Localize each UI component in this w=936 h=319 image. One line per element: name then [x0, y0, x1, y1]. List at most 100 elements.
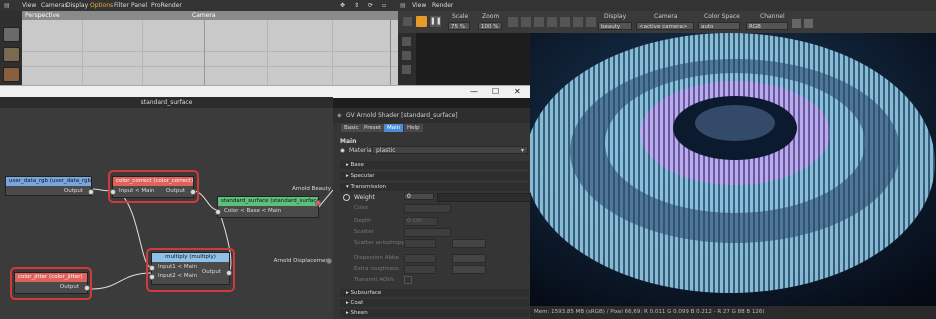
output-socket[interactable] [226, 270, 232, 276]
node-color-jitter[interactable]: color_jitter (color_jitter) Output [14, 272, 90, 294]
output-socket[interactable] [84, 285, 90, 291]
port-output: Output [63, 188, 83, 194]
rv-menu-view[interactable]: View [412, 2, 426, 9]
camera-select[interactable]: <active camera> [636, 22, 694, 30]
extra-roughness-slider[interactable] [452, 265, 486, 274]
rv-menu-render[interactable]: Render [432, 2, 453, 9]
status-text: Mem: 1593.85 MB (sRGB) / Pixel 66,69: R … [534, 309, 765, 315]
section-sheen[interactable]: ▸ Sheen [340, 309, 529, 317]
transmit-aovs-checkbox[interactable] [404, 276, 412, 284]
debug-icon[interactable] [586, 17, 596, 27]
perspective-viewport[interactable]: Perspective Camera [22, 11, 398, 85]
output-socket[interactable] [88, 189, 94, 195]
menu-display[interactable]: Display [66, 2, 88, 9]
grid-icon[interactable] [560, 17, 570, 27]
tab-help[interactable]: Help [404, 124, 423, 132]
compare-icon[interactable] [547, 17, 557, 27]
port-input: Input < Main [119, 188, 155, 194]
section-label: Transmission [350, 184, 387, 190]
node-color-correct[interactable]: color_correct (color_correct) Input < Ma… [110, 176, 196, 198]
region-icon[interactable] [508, 17, 518, 27]
pause-button[interactable]: ❚❚ [430, 16, 442, 27]
node-multiply[interactable]: multiply (multiply) Input1 < Main Input2… [149, 252, 232, 285]
dispersion-input[interactable] [404, 254, 436, 263]
keyframe-dot[interactable] [340, 148, 345, 153]
dispersion-slider[interactable] [452, 254, 486, 263]
maximize-icon[interactable]: ▫ [382, 2, 386, 9]
section-transmission[interactable]: ▾ Transmission [340, 183, 529, 191]
weight-keyframe[interactable] [343, 194, 350, 201]
layout-icon[interactable]: ▤ [400, 2, 406, 9]
render-image-canvas [530, 33, 936, 306]
section-subsurface[interactable]: ▸ Subsurface [340, 289, 529, 297]
section-coat[interactable]: ▸ Coat [340, 299, 529, 307]
texture-icon[interactable] [3, 67, 20, 82]
bulb-icon[interactable] [402, 51, 411, 60]
extra-roughness-input[interactable] [404, 265, 436, 274]
checker-icon[interactable] [3, 47, 20, 62]
menu-panel[interactable]: Panel [131, 2, 147, 9]
weight-input[interactable]: 0 [404, 193, 434, 200]
hist-icon[interactable] [573, 17, 583, 27]
menu-filter[interactable]: Filter [114, 2, 129, 9]
refresh-icon[interactable] [403, 17, 412, 26]
move-icon[interactable]: ✥ [340, 2, 345, 9]
input-socket[interactable] [110, 189, 116, 195]
maximize-icon[interactable]: ☐ [492, 87, 499, 96]
node-standard-surface[interactable]: standard_surface (standard_surface) Colo… [215, 196, 321, 218]
weight-slider[interactable] [437, 193, 531, 202]
crop-icon[interactable] [521, 17, 531, 27]
lock-icon[interactable] [534, 17, 544, 27]
camera-label: Camera [192, 12, 216, 19]
scatter-anisotropy-input[interactable] [404, 239, 436, 248]
output-socket[interactable] [315, 200, 321, 206]
tab-main[interactable]: Main [384, 124, 404, 132]
input-socket[interactable] [149, 274, 155, 280]
tab-basic[interactable]: Basic [341, 124, 362, 132]
close-icon[interactable]: ✕ [514, 87, 521, 96]
object-icon[interactable] [402, 65, 411, 74]
section-base[interactable]: ▸ Base [340, 161, 529, 169]
param-dispersion-abbe: Dispersion Abbe [354, 255, 399, 261]
scatter-swatch[interactable] [404, 228, 451, 237]
output-socket[interactable] [190, 189, 196, 195]
arnold-beauty-label: Arnold Beauty [292, 186, 331, 192]
param-scatter-anisotropy: Scatter anisotropy [354, 240, 405, 246]
scale-select[interactable]: 75 % [448, 22, 470, 30]
menu-options[interactable]: Options [90, 2, 113, 9]
light-icon[interactable] [402, 37, 411, 46]
colorspace-label: Color Space [704, 13, 740, 20]
layout-icon[interactable]: ▤ [4, 2, 10, 9]
tab-preset[interactable]: Preset [361, 124, 385, 132]
channel-select[interactable]: RGB [746, 22, 788, 30]
menu-view[interactable]: View [22, 2, 36, 9]
node-user-data-rgb[interactable]: user_data_rgb (user_data_rgb) Output [5, 176, 94, 196]
color-swatch[interactable] [404, 204, 451, 213]
port-output: Output [59, 284, 79, 290]
section-specular[interactable]: ▸ Specular [340, 172, 529, 180]
minimize-icon[interactable]: — [470, 87, 478, 96]
save-icon[interactable] [792, 19, 801, 28]
colorspace-select[interactable]: auto [698, 22, 740, 30]
input-socket[interactable] [215, 209, 221, 215]
viewport-label: Perspective [25, 12, 60, 19]
zoom-icon[interactable]: ⇕ [354, 2, 359, 9]
section-label: Specular [350, 173, 375, 179]
material-select[interactable]: plastic ▾ [372, 146, 528, 154]
node-editor-canvas[interactable]: user_data_rgb (user_data_rgb) Output col… [0, 108, 333, 319]
scatter-anisotropy-slider[interactable] [452, 239, 486, 248]
rotate-icon[interactable]: ⟳ [368, 2, 373, 9]
snapshot-icon[interactable] [804, 19, 813, 28]
input-socket[interactable] [149, 265, 155, 271]
section-label: Sheen [350, 310, 368, 316]
play-button[interactable] [416, 16, 427, 27]
depth-input[interactable]: 0 cm [404, 217, 438, 226]
cube-icon[interactable] [3, 27, 20, 42]
menu-prorender[interactable]: ProRender [151, 2, 182, 9]
c4d-menubar: ▤ View Cameras Display Options Filter Pa… [0, 0, 398, 11]
menu-cameras[interactable]: Cameras [41, 2, 68, 9]
zoom-select[interactable]: 100 % [478, 22, 502, 30]
displacement-socket[interactable] [326, 258, 332, 264]
render-image [530, 33, 936, 306]
display-select[interactable]: beauty [598, 22, 632, 30]
